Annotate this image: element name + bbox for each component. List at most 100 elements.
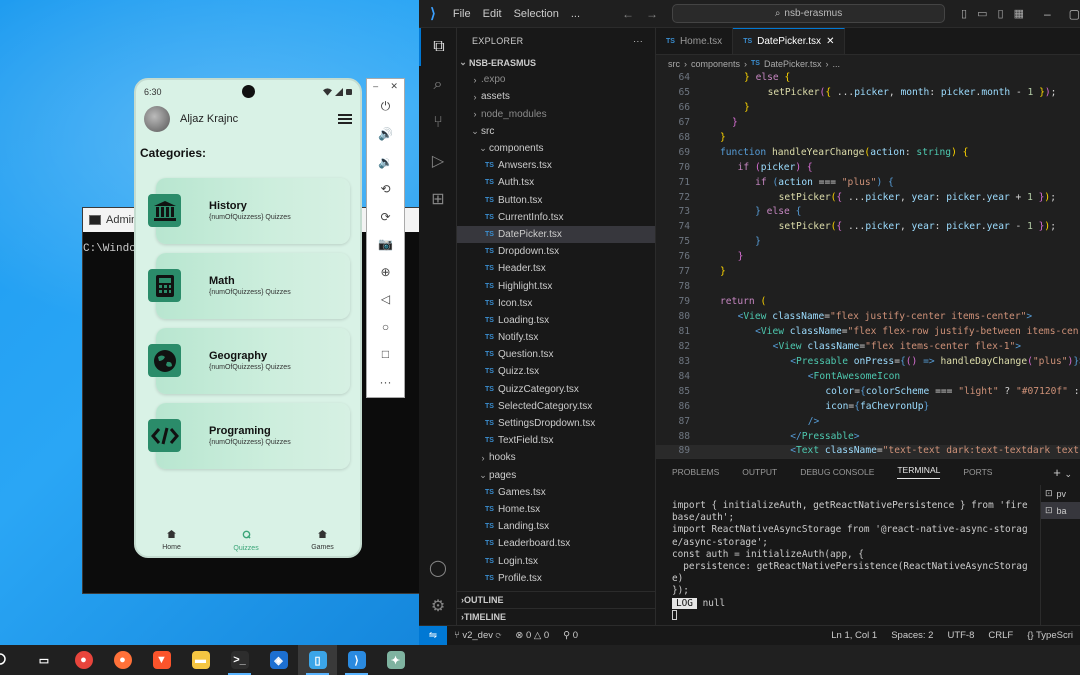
tree-file[interactable]: TS Question.tsx (457, 346, 655, 363)
code-line[interactable]: 66} (656, 102, 1080, 117)
taskbar-chrome-button[interactable]: ● (64, 645, 103, 675)
tree-file[interactable]: TS Button.tsx (457, 192, 655, 209)
panel-tab-output[interactable]: OUTPUT (742, 467, 777, 477)
breadcrumb-item[interactable]: DatePicker.tsx (764, 59, 822, 69)
breadcrumb-item[interactable]: ... (833, 59, 841, 69)
breadcrumb-item[interactable]: components (691, 59, 740, 69)
tree-file[interactable]: TS TextField.tsx (457, 432, 655, 449)
panel-tab-debug-console[interactable]: DEBUG CONSOLE (800, 467, 874, 477)
line-ending[interactable]: CRLF (981, 630, 1020, 641)
rotate-left-button[interactable]: ⟲ (367, 176, 404, 204)
code-line[interactable]: 78 (656, 281, 1080, 296)
tree-folder[interactable]: › assets (457, 88, 655, 105)
menu-icon[interactable] (338, 114, 352, 124)
outline-section[interactable]: › OUTLINE (457, 591, 655, 608)
screenshot-button[interactable]: 📷 (367, 231, 404, 259)
settings-gear-icon[interactable]: ⚙ (419, 587, 457, 625)
tab-quizzes[interactable]: Quizzes (233, 530, 259, 552)
tree-file[interactable]: TS Login.tsx (457, 552, 655, 569)
home-button[interactable]: ○ (367, 313, 404, 341)
forward-arrow-icon[interactable]: → (646, 7, 658, 21)
tree-file[interactable]: TS SettingsDropdown.tsx (457, 415, 655, 432)
ports-count[interactable]: ⚲ 0 (556, 630, 585, 641)
taskbar-file-explorer-button[interactable]: ▬ (181, 645, 220, 675)
back-button[interactable]: ◁ (367, 286, 404, 314)
tree-file[interactable]: TS Quizz.tsx (457, 363, 655, 380)
maximize-icon[interactable]: ▢ (1069, 7, 1080, 21)
tree-file[interactable]: TS DatePicker.tsx (457, 225, 655, 244)
tab-datepicker-tsx[interactable]: TS DatePicker.tsx ✕ (733, 28, 846, 54)
taskbar-app-misc-button[interactable]: ✦ (376, 645, 415, 675)
taskbar-vscode-button[interactable]: ⟩ (337, 645, 376, 675)
code-line[interactable]: 84 <FontAwesomeIcon (656, 371, 1080, 386)
code-line[interactable]: 81 <View className="flex flex-row justif… (656, 326, 1080, 341)
remote-indicator-icon[interactable]: ⇋ (419, 625, 447, 646)
tree-folder[interactable]: ⌄ src (457, 123, 655, 140)
taskbar-firefox-button[interactable]: ● (103, 645, 142, 675)
code-line[interactable]: 68} (656, 132, 1080, 147)
git-branch[interactable]: ⑂ v2_dev ⟳ (447, 630, 508, 641)
more-actions-icon[interactable]: ··· (633, 36, 643, 46)
language-mode[interactable]: {} TypeScri (1020, 630, 1080, 641)
code-line[interactable]: 80 <View className="flex justify-center … (656, 311, 1080, 326)
close-icon[interactable]: ✕ (390, 81, 398, 92)
code-line[interactable]: 71 if (action === "plus") { (656, 177, 1080, 192)
rotate-right-button[interactable]: ⟳ (367, 203, 404, 231)
terminal-instance[interactable]: ⊡ pv (1041, 485, 1080, 502)
android-emulator-screen[interactable]: 6:30 Aljaz Krajnc Categories: History {n… (134, 78, 362, 558)
category-card-geography[interactable]: Geography {numOfQuizzess} Quizzes (148, 328, 350, 394)
code-line[interactable]: 74 setPicker({ ...picker, year: picker.y… (656, 221, 1080, 236)
tree-folder[interactable]: ⌄ pages (457, 467, 655, 484)
code-line[interactable]: 64} else { (656, 72, 1080, 87)
tree-file[interactable]: TS Games.tsx (457, 484, 655, 501)
tree-file[interactable]: TS Home.tsx (457, 501, 655, 518)
panel-tab-ports[interactable]: PORTS (963, 467, 992, 477)
new-terminal-icon[interactable]: + (1053, 465, 1061, 480)
category-card-history[interactable]: History {numOfQuizzess} Quizzes (148, 178, 350, 244)
taskbar-terminal-button[interactable]: >_ (220, 645, 259, 675)
menu-edit[interactable]: Edit (477, 8, 508, 20)
overview-button[interactable]: □ (367, 341, 404, 369)
menu-more[interactable]: ... (565, 8, 586, 20)
code-line[interactable]: 83 <Pressable onPress={() => handleDayCh… (656, 356, 1080, 371)
more-button[interactable]: ··· (367, 368, 404, 396)
avatar[interactable] (144, 106, 170, 132)
problems-count[interactable]: ⊗ 0 △ 0 (508, 630, 556, 641)
tab-home-tsx[interactable]: TS Home.tsx (656, 28, 734, 54)
power-button[interactable]: ⏻ (367, 93, 404, 121)
code-line[interactable]: 79 return ( (656, 296, 1080, 311)
menu-file[interactable]: File (447, 8, 477, 20)
tree-folder[interactable]: › hooks (457, 449, 655, 466)
tab-home[interactable]: Home (162, 530, 181, 551)
menu-selection[interactable]: Selection (508, 8, 565, 20)
code-line[interactable]: 70 if (picker) { (656, 162, 1080, 177)
code-line[interactable]: 86 icon={faChevronUp} (656, 401, 1080, 416)
taskbar-emulator-button[interactable]: ▯ (298, 645, 337, 675)
minimize-icon[interactable]: – (1044, 7, 1051, 21)
customize-layout-icon[interactable]: ▦ (1014, 7, 1024, 20)
tree-file[interactable]: TS Loading.tsx (457, 312, 655, 329)
tree-file[interactable]: TS Icon.tsx (457, 295, 655, 312)
panel-tab-problems[interactable]: PROBLEMS (672, 467, 719, 477)
tab-games[interactable]: Games (311, 530, 334, 551)
code-line[interactable]: 87 /> (656, 416, 1080, 431)
source-control-icon[interactable]: ⑂ (419, 104, 457, 142)
chevron-down-icon[interactable]: ⌄ (1064, 469, 1072, 479)
tree-file[interactable]: TS Auth.tsx (457, 174, 655, 191)
command-center-search[interactable]: ⌕ nsb-erasmus (672, 4, 946, 23)
timeline-section[interactable]: › TIMELINE (457, 608, 655, 625)
code-line[interactable]: 67} (656, 117, 1080, 132)
code-line[interactable]: 73 } else { (656, 206, 1080, 221)
encoding[interactable]: UTF-8 (940, 630, 981, 641)
toggle-sidebar-icon[interactable]: ▯ (961, 7, 967, 20)
tree-folder[interactable]: › node_modules (457, 106, 655, 123)
code-line[interactable]: 77} (656, 266, 1080, 281)
tree-file[interactable]: TS Header.tsx (457, 260, 655, 277)
tree-file[interactable]: TS Dropdown.tsx (457, 243, 655, 260)
run-debug-icon[interactable]: ▷ (419, 142, 457, 180)
panel-tab-terminal[interactable]: TERMINAL (897, 465, 941, 479)
volume-up-button[interactable]: 🔊 (367, 121, 404, 149)
taskbar-app-blue-button[interactable]: ◈ (259, 645, 298, 675)
category-card-math[interactable]: Math {numOfQuizzess} Quizzes (148, 253, 350, 319)
indentation[interactable]: Spaces: 2 (884, 630, 940, 641)
